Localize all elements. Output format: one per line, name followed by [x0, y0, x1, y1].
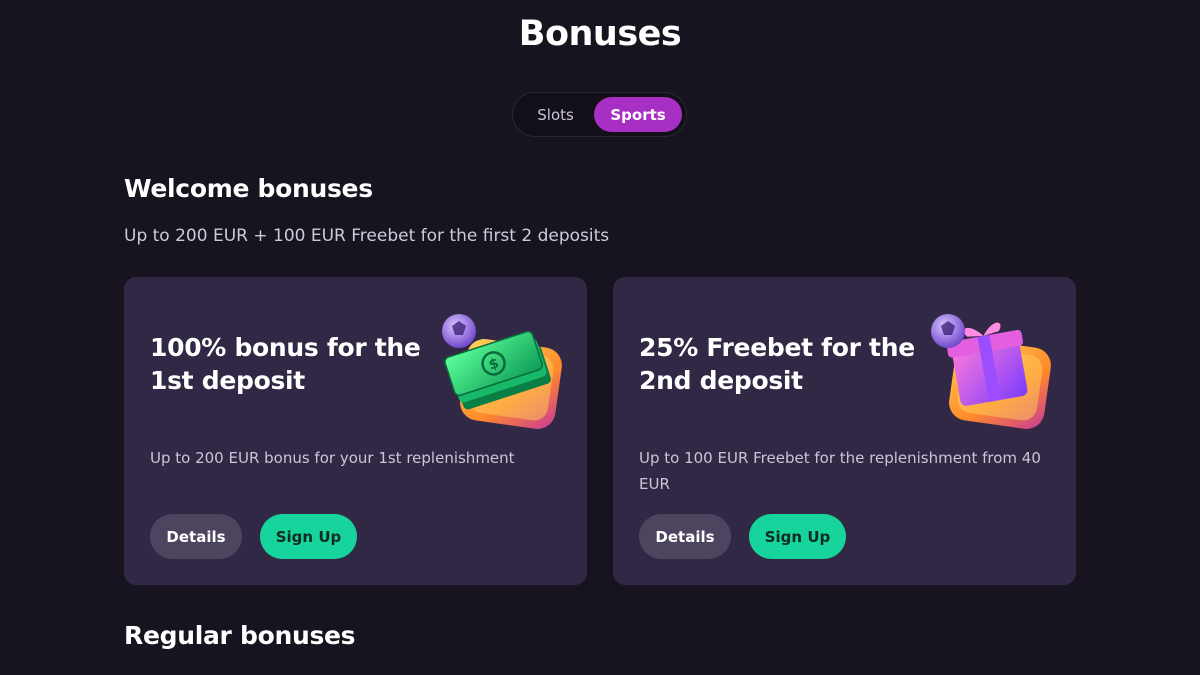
bonus-card-title: 100% bonus for the 1st deposit — [150, 333, 421, 395]
money-stack-icon: $ — [442, 314, 562, 429]
bonus-card-description: Up to 100 EUR Freebet for the replenishm… — [639, 449, 1041, 493]
page-title: Bonuses — [518, 14, 682, 54]
regular-bonuses-heading: Regular bonuses — [124, 621, 356, 650]
gift-box-icon — [931, 314, 1051, 429]
sign-up-button[interactable]: Sign Up — [749, 514, 846, 559]
bonus-card-description: Up to 200 EUR bonus for your 1st repleni… — [150, 449, 515, 467]
bonus-card-title: 25% Freebet for the 2nd deposit — [639, 333, 915, 395]
welcome-bonuses-heading: Welcome bonuses — [124, 174, 373, 203]
tab-sports[interactable]: Sports — [594, 97, 682, 132]
details-button[interactable]: Details — [150, 514, 242, 559]
welcome-bonuses-subtitle: Up to 200 EUR + 100 EUR Freebet for the … — [124, 226, 610, 246]
tab-slots[interactable]: Slots — [517, 97, 594, 132]
category-tabs: Slots Sports — [512, 92, 687, 137]
bonus-card-first-deposit: 100% bonus for the 1st deposit $ Up to 2… — [124, 277, 587, 585]
bonus-card-second-deposit: 25% Freebet for the 2nd deposit Up to 10… — [613, 277, 1076, 585]
sign-up-button[interactable]: Sign Up — [260, 514, 357, 559]
bonuses-page: Bonuses Slots Sports Welcome bonuses Up … — [0, 0, 1200, 675]
details-button[interactable]: Details — [639, 514, 731, 559]
